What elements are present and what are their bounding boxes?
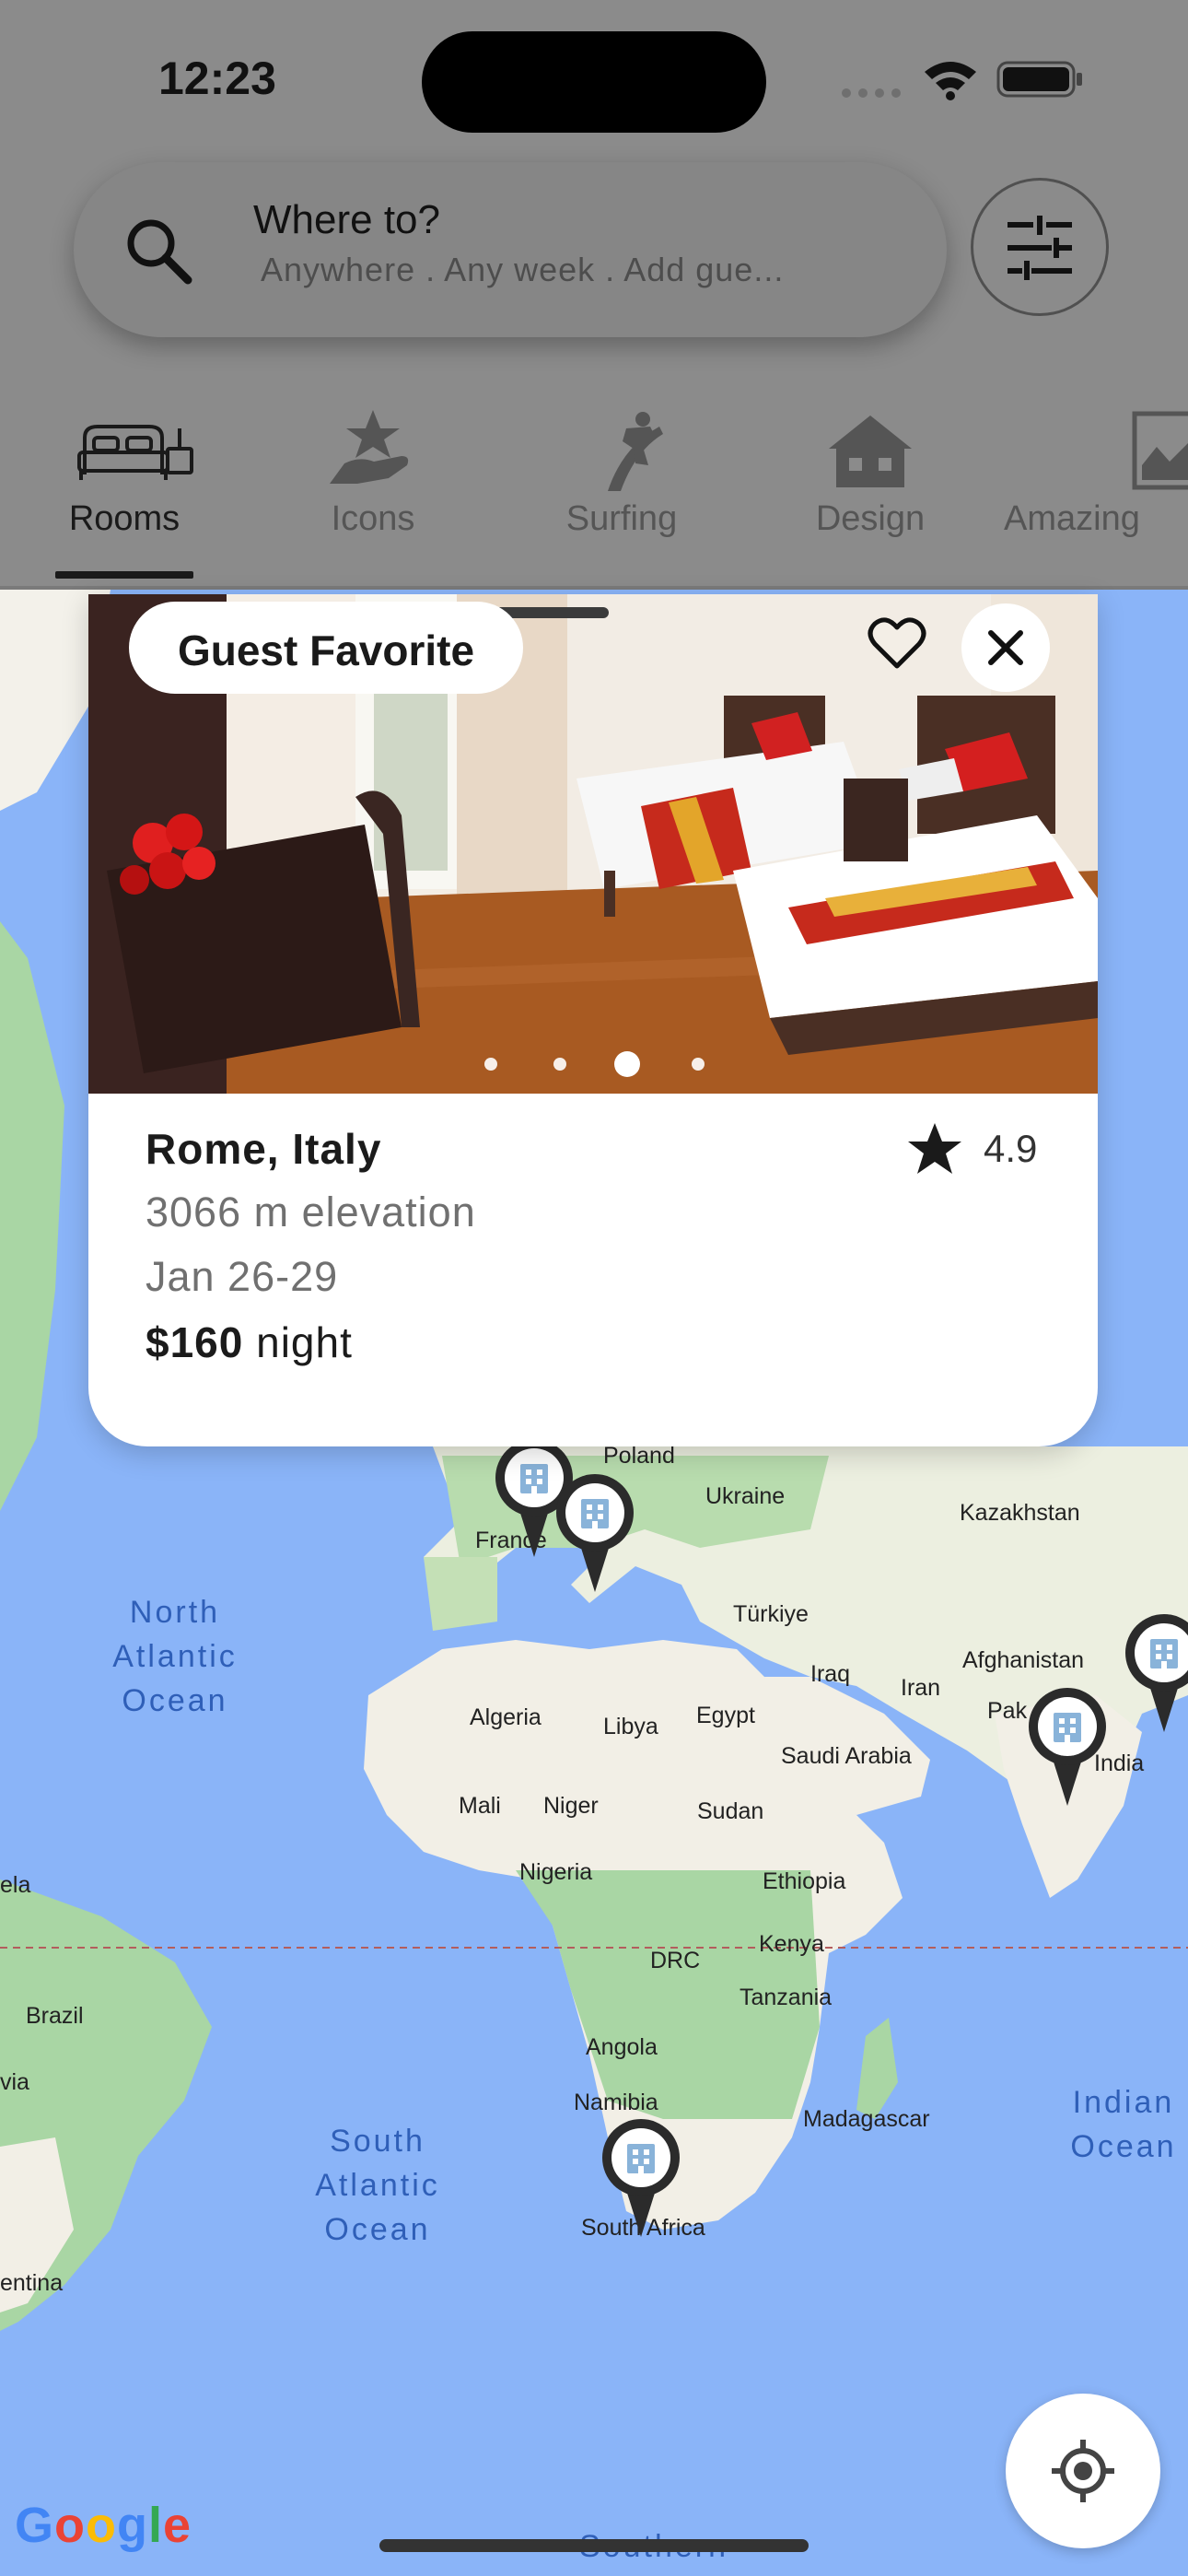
map-label-iraq: Iraq bbox=[810, 1661, 851, 1687]
category-label: Design bbox=[815, 499, 926, 538]
map-label-turkiye: Türkiye bbox=[733, 1601, 809, 1627]
map-label-nigeria: Nigeria bbox=[519, 1859, 593, 1885]
cellular-signal-icon bbox=[842, 88, 851, 98]
dynamic-island bbox=[422, 31, 766, 133]
wifi-icon bbox=[925, 62, 976, 100]
map-label-angola: Angola bbox=[586, 2034, 658, 2060]
map-label-argentina: entina bbox=[0, 2270, 64, 2296]
category-design[interactable]: Design bbox=[783, 396, 958, 553]
guest-favorite-badge: Guest Favorite bbox=[129, 602, 523, 694]
map-label-north-atlantic: North Atlantic Ocean bbox=[112, 1595, 238, 1718]
cellular-signal-dot bbox=[891, 88, 901, 98]
category-amazing[interactable]: Amazing bbox=[1004, 396, 1188, 553]
map-label-ukraine: Ukraine bbox=[705, 1483, 786, 1509]
photo-page-dot[interactable] bbox=[553, 1058, 566, 1071]
locate-me-icon bbox=[1052, 2440, 1114, 2502]
cellular-signal-dot bbox=[858, 88, 868, 98]
map-label-poland: Poland bbox=[603, 1443, 675, 1469]
battery-icon bbox=[996, 61, 1082, 98]
photo-page-dot-active[interactable] bbox=[614, 1051, 640, 1077]
listing-elevation: 3066 m elevation bbox=[146, 1188, 476, 1235]
listing-dates: Jan 26-29 bbox=[146, 1253, 339, 1300]
hotel-icon bbox=[627, 2144, 655, 2173]
category-label: Surfing bbox=[565, 499, 678, 538]
map-pin-south-africa[interactable] bbox=[602, 2119, 680, 2237]
home-indicator bbox=[379, 2539, 809, 2552]
map-label-brazil: Brazil bbox=[26, 2003, 84, 2029]
filter-sliders-icon bbox=[1007, 216, 1072, 280]
search-subtitle: Anywhere . Any week . Add gue... bbox=[261, 251, 785, 288]
map-pin-italy[interactable] bbox=[556, 1474, 634, 1592]
category-label: Icons bbox=[331, 499, 415, 538]
surfer-icon bbox=[608, 412, 663, 491]
close-button[interactable] bbox=[961, 603, 1050, 692]
map-pin-india-west[interactable] bbox=[1029, 1688, 1106, 1806]
map-label-algeria: Algeria bbox=[470, 1704, 542, 1730]
map-label-libya: Libya bbox=[603, 1714, 658, 1739]
hotel-icon bbox=[581, 1499, 609, 1528]
map-label-saudi-arabia: Saudi Arabia bbox=[781, 1743, 912, 1769]
map-pin-india-north[interactable] bbox=[1125, 1614, 1188, 1732]
map-label-niger: Niger bbox=[543, 1793, 599, 1819]
bed-icon bbox=[77, 425, 193, 480]
star-hand-icon bbox=[330, 410, 409, 484]
category-surfing[interactable]: Surfing bbox=[534, 396, 709, 553]
price-amount: $160 bbox=[146, 1318, 244, 1366]
cellular-signal-dot bbox=[875, 88, 884, 98]
listing-photo[interactable]: Guest Favorite bbox=[88, 594, 1098, 1094]
map-label-south-atlantic: South Atlantic Ocean bbox=[315, 2124, 440, 2247]
search-icon bbox=[127, 219, 192, 285]
photo-page-dot[interactable] bbox=[692, 1058, 705, 1071]
category-label: Amazing bbox=[1004, 499, 1140, 538]
category-rooms[interactable]: Rooms bbox=[37, 396, 212, 553]
map-label-ethiopia: Ethiopia bbox=[763, 1868, 846, 1894]
map-label-kazakhstan: Kazakhstan bbox=[960, 1500, 1080, 1526]
category-label: Rooms bbox=[68, 499, 181, 538]
map-label-madagascar: Madagascar bbox=[803, 2106, 930, 2132]
category-icons[interactable]: Icons bbox=[285, 396, 460, 553]
listing-price: $160 night bbox=[146, 1317, 353, 1367]
listing-card[interactable]: Guest Favorite Rome, Italy 4.9 3066 m el… bbox=[88, 594, 1098, 1446]
selected-category-indicator bbox=[55, 571, 193, 579]
map-label-mali: Mali bbox=[459, 1793, 501, 1819]
search-bar[interactable] bbox=[74, 162, 947, 337]
search-title: Where to? bbox=[253, 197, 440, 242]
map-label-venezuela: ela bbox=[0, 1872, 31, 1898]
map-label-kenya: Kenya bbox=[759, 1931, 824, 1957]
header-area: 12:23 Where to? Anywhere . Any week . Ad… bbox=[0, 0, 1188, 590]
listing-rating: 4.9 bbox=[984, 1127, 1038, 1170]
map-label-iran: Iran bbox=[901, 1675, 941, 1701]
house-icon bbox=[829, 416, 912, 487]
photo-page-dot[interactable] bbox=[484, 1058, 497, 1071]
star-icon bbox=[908, 1123, 961, 1174]
hotel-icon bbox=[520, 1464, 548, 1493]
map-label-drc: DRC bbox=[650, 1948, 701, 1973]
google-logo: Google bbox=[15, 2498, 192, 2553]
header-divider bbox=[0, 586, 1188, 590]
guest-favorite-label: Guest Favorite bbox=[177, 626, 475, 674]
map-label-egypt: Egypt bbox=[696, 1703, 755, 1728]
map-label-tanzania: Tanzania bbox=[740, 1985, 833, 2010]
listing-title: Rome, Italy bbox=[146, 1125, 382, 1173]
heart-icon[interactable] bbox=[868, 616, 926, 672]
hotel-icon bbox=[1054, 1713, 1081, 1742]
map-label-afghanistan: Afghanistan bbox=[962, 1647, 1085, 1673]
map-label-sudan: Sudan bbox=[697, 1798, 764, 1824]
price-unit: night bbox=[256, 1318, 353, 1366]
map-label-indian-ocean: Indian Ocean bbox=[1070, 2085, 1177, 2164]
filter-button[interactable] bbox=[971, 178, 1109, 316]
map-label-namibia: Namibia bbox=[574, 2090, 658, 2115]
hotel-icon bbox=[1150, 1639, 1178, 1669]
framed-picture-icon bbox=[1132, 411, 1188, 490]
map-label-bolivia: via bbox=[0, 2069, 29, 2095]
map-label-pakistan: Pak bbox=[987, 1698, 1028, 1724]
close-icon bbox=[988, 630, 1023, 665]
current-location-button[interactable] bbox=[1006, 2394, 1160, 2548]
status-time: 12:23 bbox=[158, 53, 276, 104]
